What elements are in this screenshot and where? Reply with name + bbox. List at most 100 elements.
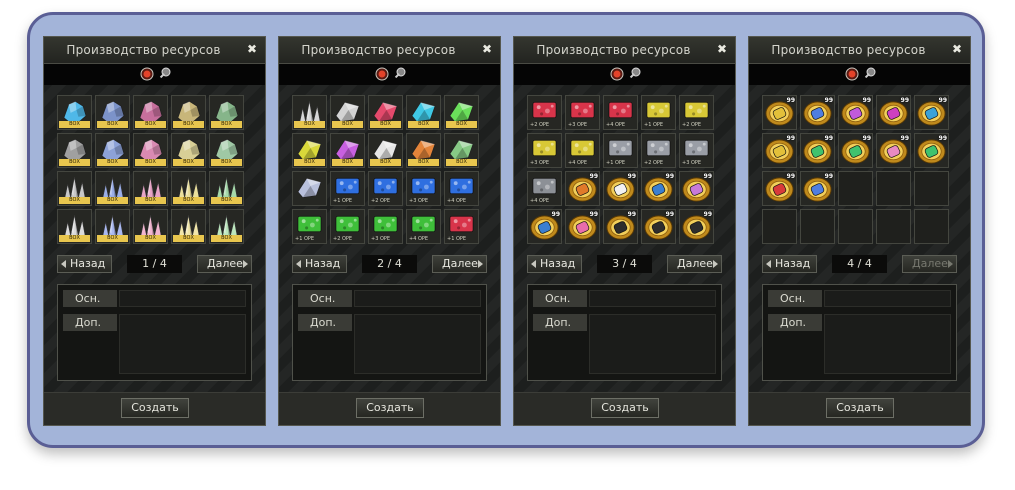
item-slot-bundle[interactable]: 99 [800, 95, 835, 130]
item-slot-bundle[interactable]: 99 [914, 95, 949, 130]
item-slot-ore[interactable]: ВОХ [133, 133, 168, 168]
item-slot-shard[interactable] [292, 171, 327, 206]
next-page-button[interactable]: Далее [432, 255, 487, 273]
item-slot-shard[interactable]: ВОХ [330, 133, 365, 168]
item-slot-bundle[interactable]: 99 [914, 133, 949, 168]
item-slot-bundle[interactable]: 99 [876, 133, 911, 168]
item-slot-gem[interactable]: +1 ОРЕ [444, 209, 479, 244]
item-slot-bundle[interactable]: 99 [641, 171, 676, 206]
item-slot-crystal[interactable]: ВОХ [209, 171, 244, 206]
prev-page-button[interactable]: Назад [57, 255, 112, 273]
close-icon[interactable]: ✖ [482, 42, 492, 56]
item-slot-crystal[interactable]: ВОХ [209, 209, 244, 244]
window-titlebar[interactable]: Производство ресурсов ✖ [44, 37, 265, 64]
fire-gem-icon[interactable] [845, 67, 859, 81]
create-button[interactable]: Создать [121, 398, 189, 418]
item-slot-gem[interactable]: +4 ОРЕ [406, 209, 441, 244]
item-slot-gem[interactable]: +3 ОРЕ [679, 133, 714, 168]
item-slot-crystal[interactable]: ВОХ [171, 171, 206, 206]
item-slot-bundle[interactable]: 99 [603, 171, 638, 206]
item-slot-gem[interactable]: +2 ОРЕ [368, 171, 403, 206]
item-slot-crystal[interactable]: ВОХ [95, 209, 130, 244]
item-slot-bundle[interactable]: 99 [762, 95, 797, 130]
close-icon[interactable]: ✖ [247, 42, 257, 56]
magnifier-key-icon[interactable] [628, 67, 642, 81]
item-slot-gem[interactable]: +1 ОРЕ [292, 209, 327, 244]
item-slot-bundle[interactable]: 99 [679, 209, 714, 244]
item-slot-gem[interactable]: +1 ОРЕ [641, 95, 676, 130]
item-slot-ore[interactable]: ВОХ [57, 133, 92, 168]
item-slot-crystal[interactable]: ВОХ [171, 209, 206, 244]
item-slot-gem[interactable]: +3 ОРЕ [527, 133, 562, 168]
item-slot-crystal[interactable]: ВОХ [292, 95, 327, 130]
item-slot-bundle[interactable]: 99 [838, 95, 873, 130]
window-titlebar[interactable]: Производство ресурсов ✖ [514, 37, 735, 64]
item-slot-ore[interactable]: ВОХ [171, 133, 206, 168]
item-slot-bundle[interactable]: 99 [762, 133, 797, 168]
item-slot-crystal[interactable]: ВОХ [57, 171, 92, 206]
item-slot-bundle[interactable]: 99 [603, 209, 638, 244]
item-slot-gem[interactable]: +4 ОРЕ [444, 171, 479, 206]
item-slot-gem[interactable]: +4 ОРЕ [603, 95, 638, 130]
next-page-button[interactable]: Далее [667, 255, 722, 273]
item-slot-gem[interactable]: +3 ОРЕ [368, 209, 403, 244]
item-slot-gem[interactable]: +2 ОРЕ [641, 133, 676, 168]
item-slot-gem[interactable]: +4 ОРЕ [527, 171, 562, 206]
item-slot-gem[interactable]: +4 ОРЕ [565, 133, 600, 168]
create-button[interactable]: Создать [826, 398, 894, 418]
item-slot-bundle[interactable]: 99 [800, 171, 835, 206]
item-slot-gem[interactable]: +3 ОРЕ [565, 95, 600, 130]
item-slot-bundle[interactable]: 99 [679, 171, 714, 206]
item-slot-bundle[interactable]: 99 [876, 95, 911, 130]
item-slot-ore[interactable]: ВОХ [209, 133, 244, 168]
magnifier-key-icon[interactable] [863, 67, 877, 81]
prev-page-button[interactable]: Назад [527, 255, 582, 273]
item-slot-shard[interactable]: ВОХ [330, 95, 365, 130]
item-slot-bundle[interactable]: 99 [641, 209, 676, 244]
close-icon[interactable]: ✖ [952, 42, 962, 56]
item-slot-gem[interactable]: +2 ОРЕ [330, 209, 365, 244]
item-slot-shard[interactable]: ВОХ [292, 133, 327, 168]
fire-gem-icon[interactable] [610, 67, 624, 81]
item-slot-crystal[interactable]: ВОХ [95, 171, 130, 206]
next-page-button[interactable]: Далее [902, 255, 957, 273]
item-slot-bundle[interactable]: 99 [565, 171, 600, 206]
item-slot-bundle[interactable]: 99 [838, 133, 873, 168]
item-slot-gem[interactable]: +3 ОРЕ [406, 171, 441, 206]
item-slot-bundle[interactable]: 99 [762, 171, 797, 206]
window-titlebar[interactable]: Производство ресурсов ✖ [749, 37, 970, 64]
item-slot-gem[interactable]: +2 ОРЕ [527, 95, 562, 130]
item-slot-crystal[interactable]: ВОХ [57, 209, 92, 244]
prev-page-button[interactable]: Назад [292, 255, 347, 273]
item-slot-crystal[interactable]: ВОХ [133, 209, 168, 244]
item-slot-shard[interactable]: ВОХ [444, 133, 479, 168]
item-slot-gem[interactable]: +1 ОРЕ [603, 133, 638, 168]
item-slot-ore[interactable]: ВОХ [95, 133, 130, 168]
item-slot-ore[interactable]: ВОХ [209, 95, 244, 130]
item-slot-ore[interactable]: ВОХ [171, 95, 206, 130]
item-slot-gem[interactable]: +2 ОРЕ [679, 95, 714, 130]
item-slot-shard[interactable]: ВОХ [406, 95, 441, 130]
magnifier-key-icon[interactable] [393, 67, 407, 81]
item-slot-bundle[interactable]: 99 [565, 209, 600, 244]
item-slot-shard[interactable]: ВОХ [368, 95, 403, 130]
item-slot-bundle[interactable]: 99 [800, 133, 835, 168]
item-slot-gem[interactable]: +1 ОРЕ [330, 171, 365, 206]
create-button[interactable]: Создать [591, 398, 659, 418]
close-icon[interactable]: ✖ [717, 42, 727, 56]
item-slot-crystal[interactable]: ВОХ [133, 171, 168, 206]
item-slot-ore[interactable]: ВОХ [57, 95, 92, 130]
item-slot-shard[interactable]: ВОХ [368, 133, 403, 168]
prev-page-button[interactable]: Назад [762, 255, 817, 273]
item-slot-ore[interactable]: ВОХ [133, 95, 168, 130]
item-slot-shard[interactable]: ВОХ [444, 95, 479, 130]
item-slot-bundle[interactable]: 99 [527, 209, 562, 244]
fire-gem-icon[interactable] [375, 67, 389, 81]
magnifier-key-icon[interactable] [158, 67, 172, 81]
item-slot-ore[interactable]: ВОХ [95, 95, 130, 130]
item-slot-shard[interactable]: ВОХ [406, 133, 441, 168]
fire-gem-icon[interactable] [140, 67, 154, 81]
create-button[interactable]: Создать [356, 398, 424, 418]
window-titlebar[interactable]: Производство ресурсов ✖ [279, 37, 500, 64]
next-page-button[interactable]: Далее [197, 255, 252, 273]
